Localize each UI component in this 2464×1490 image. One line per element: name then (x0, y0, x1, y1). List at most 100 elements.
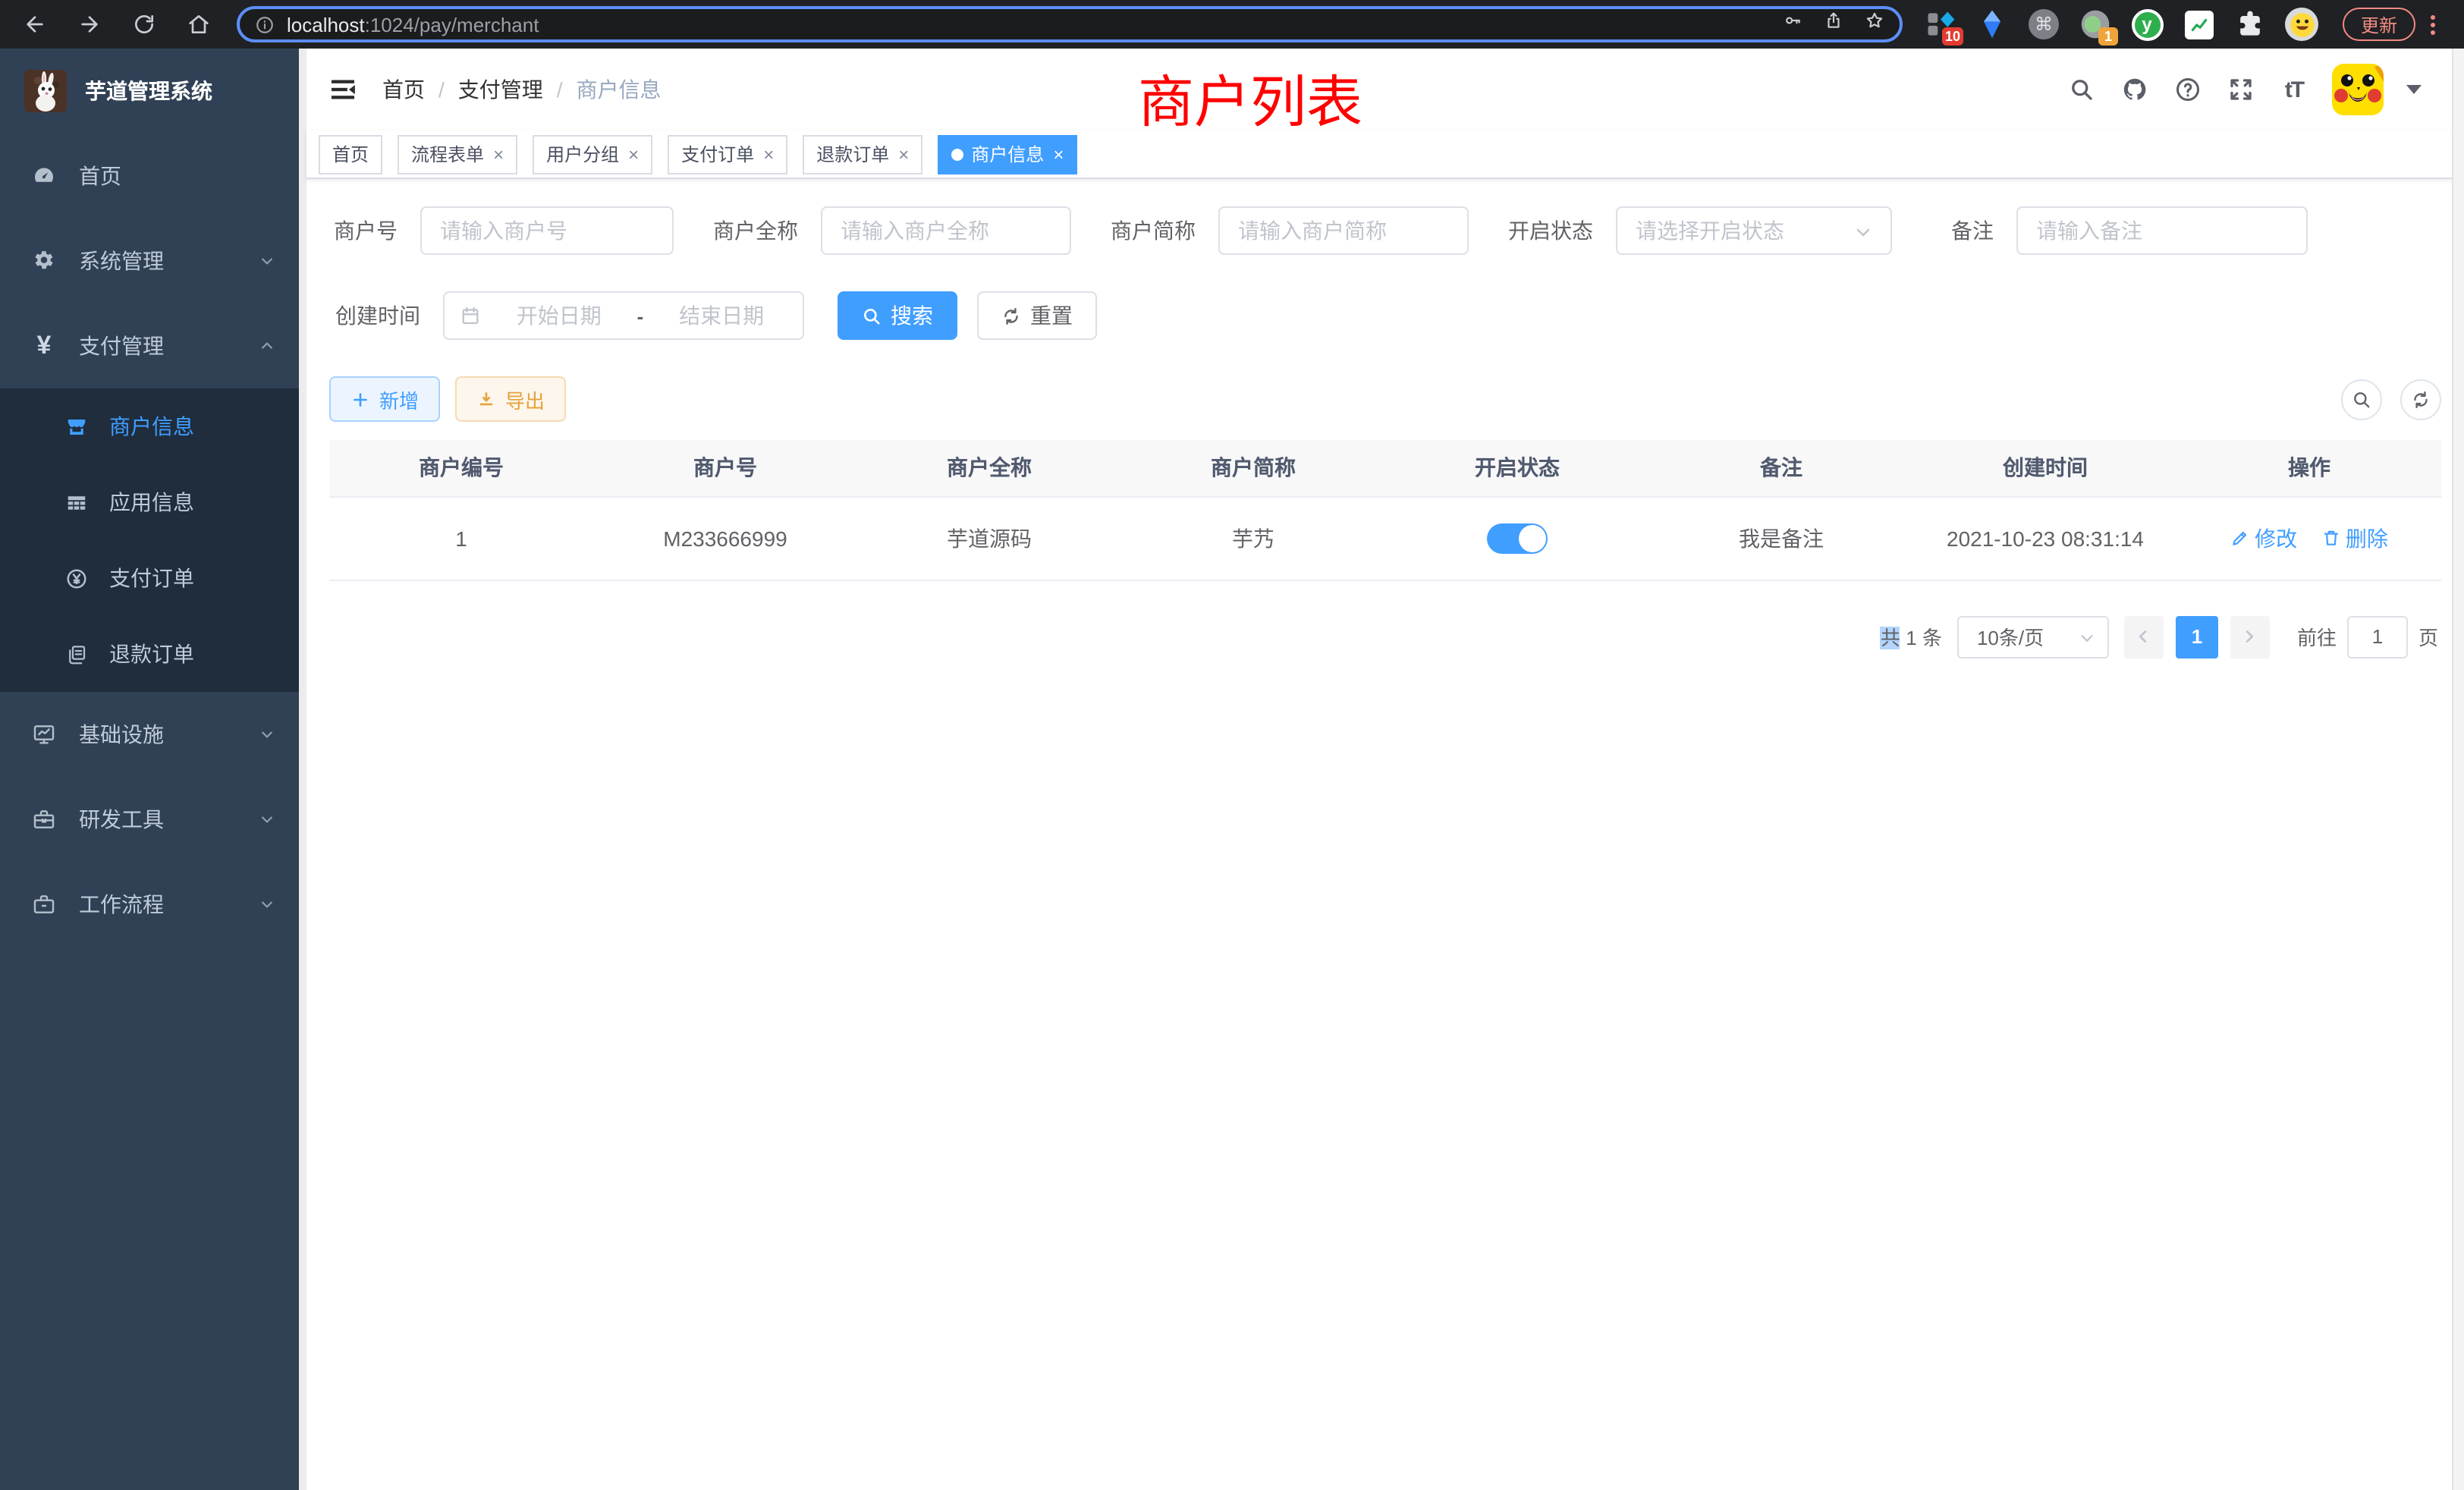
sidebar-item-payment[interactable]: ¥ 支付管理 (0, 303, 299, 388)
chart-extension-icon[interactable] (2182, 8, 2215, 41)
extensions-puzzle-icon[interactable] (2233, 8, 2267, 41)
filter-row-1: 商户号 商户全称 商户简称 开启状态 请选择开启状态 (329, 206, 2441, 255)
remark-input[interactable] (2036, 218, 2288, 243)
sidebar: 芋道管理系统 首页 系统管理 ¥ (0, 49, 299, 1490)
sidebar-item-label: 研发工具 (79, 804, 259, 835)
tag-user-group[interactable]: 用户分组× (533, 134, 652, 174)
home-button[interactable] (179, 5, 218, 44)
tag-pay-order[interactable]: 支付订单× (668, 134, 787, 174)
tag-process-form[interactable]: 流程表单× (398, 134, 517, 174)
briefcase-icon (30, 891, 58, 918)
merchant-name-input[interactable] (841, 218, 1051, 243)
gem-extension-icon[interactable] (1975, 8, 2009, 41)
sidebar-item-system[interactable]: 系统管理 (0, 218, 299, 303)
reload-button[interactable] (124, 5, 164, 44)
column-header: 开启状态 (1385, 440, 1649, 496)
export-button-label: 导出 (505, 385, 545, 413)
command-extension-icon[interactable]: ⌘ (2027, 8, 2060, 41)
merchant-short-name-input[interactable] (1238, 218, 1449, 243)
download-icon (476, 389, 496, 409)
back-button[interactable] (15, 5, 55, 44)
prev-page-button[interactable] (2124, 615, 2164, 658)
sidebar-item-app-info[interactable]: 应用信息 (0, 464, 299, 540)
sidebar-fold-icon[interactable] (328, 74, 358, 105)
top-navbar: 首页 / 支付管理 / 商户信息 (306, 49, 2464, 130)
sidebar-item-home[interactable]: 首页 (0, 134, 299, 218)
github-icon[interactable] (2120, 74, 2150, 105)
column-header: 备注 (1649, 440, 1913, 496)
tag-home[interactable]: 首页 (319, 134, 382, 174)
sidebar-item-infrastructure[interactable]: 基础设施 (0, 692, 299, 777)
sidebar-item-label: 应用信息 (109, 487, 194, 517)
avatar-caret-icon[interactable] (2406, 85, 2422, 94)
close-icon[interactable]: × (628, 143, 639, 165)
forward-button[interactable] (70, 5, 109, 44)
active-dot (951, 148, 963, 160)
search-button[interactable]: 搜索 (838, 291, 957, 340)
font-size-icon[interactable]: tT (2279, 74, 2309, 105)
sidebar-item-dev-tools[interactable]: 研发工具 (0, 777, 299, 862)
share-icon[interactable] (1824, 11, 1843, 38)
app-logo[interactable]: 芋道管理系统 (0, 49, 299, 134)
table-header-row: 商户编号 商户号 商户全称 商户简称 开启状态 备注 创建时间 操作 (329, 440, 2441, 496)
date-range-picker[interactable]: 开始日期 - 结束日期 (443, 291, 804, 340)
filter-label: 创建时间 (329, 300, 420, 331)
status-toggle[interactable] (1487, 523, 1548, 553)
toggle-search-button[interactable] (2341, 379, 2382, 420)
fullscreen-icon[interactable] (2226, 74, 2256, 105)
sidebar-scrollbar-gutter[interactable] (299, 49, 306, 1490)
bookmark-star-icon[interactable] (1865, 11, 1884, 38)
update-button[interactable]: 更新 (2343, 8, 2415, 41)
breadcrumb-separator: / (557, 77, 563, 102)
close-icon[interactable]: × (898, 143, 909, 165)
password-key-icon[interactable] (1783, 11, 1802, 38)
header-search-icon[interactable] (2066, 74, 2097, 105)
chevron-down-icon (1854, 222, 1872, 240)
page-size-select[interactable]: 10条/页 (1957, 615, 2109, 658)
search-button-label: 搜索 (891, 300, 933, 331)
user-avatar[interactable] (2332, 64, 2384, 115)
goto-page-input[interactable] (2347, 615, 2408, 658)
tag-label: 商户信息 (971, 141, 1044, 167)
emoji-extension-icon[interactable] (2285, 8, 2318, 41)
tile-extension-icon[interactable]: 10 (1924, 8, 1957, 41)
site-info-icon[interactable] (255, 14, 275, 34)
y-extension-icon[interactable]: y (2130, 8, 2164, 41)
refresh-table-button[interactable] (2400, 379, 2441, 420)
tag-refund-order[interactable]: 退款订单× (803, 134, 922, 174)
status-select[interactable]: 请选择开启状态 (1616, 206, 1892, 255)
home-icon (187, 12, 211, 36)
sidebar-item-merchant-info[interactable]: 商户信息 (0, 388, 299, 464)
extension-badge: 10 (1942, 27, 1963, 46)
breadcrumb-payment[interactable]: 支付管理 (458, 74, 543, 105)
close-icon[interactable]: × (493, 143, 504, 165)
sidebar-item-refund-order[interactable]: 退款订单 (0, 616, 299, 692)
browser-chrome: localhost:1024/pay/merchant 10 (0, 0, 2464, 49)
edit-link[interactable]: 修改 (2230, 523, 2297, 553)
sidebar-item-label: 首页 (79, 161, 275, 191)
export-button[interactable]: 导出 (455, 376, 566, 422)
next-page-button[interactable] (2230, 615, 2270, 658)
close-icon[interactable]: × (763, 143, 774, 165)
add-button[interactable]: 新增 (329, 376, 440, 422)
help-icon[interactable] (2173, 74, 2203, 105)
breadcrumb-home[interactable]: 首页 (382, 74, 425, 105)
yen-icon: ¥ (30, 332, 58, 360)
page-1-button[interactable]: 1 (2176, 615, 2218, 658)
tag-merchant-info[interactable]: 商户信息 × (938, 134, 1077, 174)
page-scrollbar-gutter[interactable] (2452, 49, 2464, 1490)
address-bar[interactable]: localhost:1024/pay/merchant (237, 6, 1903, 42)
sidebar-item-workflow[interactable]: 工作流程 (0, 862, 299, 947)
app-title: 芋道管理系统 (85, 76, 212, 106)
chevron-left-icon (2136, 628, 2152, 645)
reset-button-label: 重置 (1030, 300, 1073, 331)
reset-button[interactable]: 重置 (977, 291, 1097, 340)
merchant-no-input[interactable] (440, 218, 654, 243)
edit-label: 修改 (2255, 523, 2297, 553)
delete-link[interactable]: 删除 (2321, 523, 2388, 553)
sidebar-item-pay-order[interactable]: 支付订单 (0, 540, 299, 616)
browser-menu-icon[interactable] (2422, 8, 2444, 40)
meeting-extension-icon[interactable]: 1 (2079, 8, 2112, 41)
filter-label: 备注 (1925, 215, 1994, 246)
close-icon[interactable]: × (1053, 143, 1064, 165)
